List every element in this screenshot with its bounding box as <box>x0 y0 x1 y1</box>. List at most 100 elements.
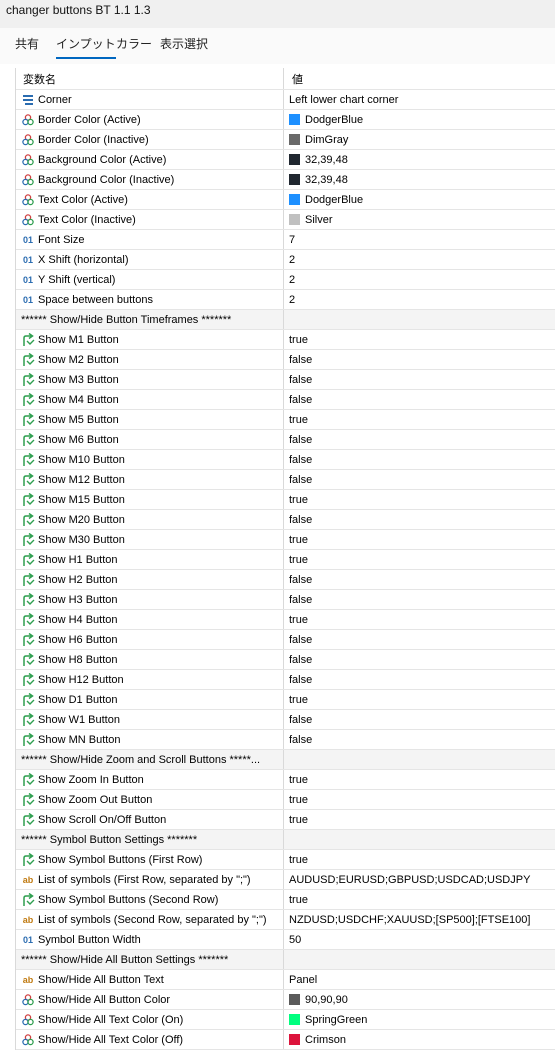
parameter-row[interactable]: Show Symbol Buttons (Second Row) true <box>16 890 555 910</box>
parameter-value-cell[interactable]: true <box>285 550 555 569</box>
parameter-value-cell[interactable]: false <box>285 430 555 449</box>
parameter-name-cell: Show D1 Button <box>16 690 284 709</box>
parameter-value-cell[interactable]: false <box>285 390 555 409</box>
parameter-value-cell[interactable]: 2 <box>285 270 555 289</box>
section-separator-row[interactable]: ****** Show/Hide All Button Settings ***… <box>16 950 555 970</box>
parameter-value-cell[interactable]: false <box>285 630 555 649</box>
section-separator-row[interactable]: ****** Symbol Button Settings ******* <box>16 830 555 850</box>
tab-inputs[interactable]: インプット <box>56 35 116 59</box>
parameter-row[interactable]: Show M1 Button true <box>16 330 555 350</box>
parameter-value-cell[interactable]: 90,90,90 <box>285 990 555 1009</box>
parameter-row[interactable]: 01 Symbol Button Width 50 <box>16 930 555 950</box>
parameter-value-cell[interactable]: true <box>285 530 555 549</box>
parameter-value-cell[interactable]: true <box>285 790 555 809</box>
parameter-row[interactable]: Show/Hide All Text Color (Off) Crimson <box>16 1030 555 1050</box>
parameter-row[interactable]: Show H2 Button false <box>16 570 555 590</box>
tab-colors[interactable]: カラー <box>116 35 152 57</box>
parameter-row[interactable]: 01 Space between buttons 2 <box>16 290 555 310</box>
parameter-row[interactable]: Show M12 Button false <box>16 470 555 490</box>
section-separator-row[interactable]: ****** Show/Hide Zoom and Scroll Buttons… <box>16 750 555 770</box>
parameter-value-cell[interactable]: AUDUSD;EURUSD;GBPUSD;USDCAD;USDJPY <box>285 870 555 889</box>
parameter-row[interactable]: Show Scroll On/Off Button true <box>16 810 555 830</box>
parameter-value-cell[interactable]: true <box>285 330 555 349</box>
parameter-row[interactable]: Show M4 Button false <box>16 390 555 410</box>
parameter-row[interactable]: Show D1 Button true <box>16 690 555 710</box>
parameter-row[interactable]: Show M5 Button true <box>16 410 555 430</box>
parameter-row[interactable]: ab Show/Hide All Button Text Panel <box>16 970 555 990</box>
parameter-value-cell[interactable]: 32,39,48 <box>285 150 555 169</box>
parameter-row[interactable]: Text Color (Inactive) Silver <box>16 210 555 230</box>
parameter-value-cell[interactable]: true <box>285 890 555 909</box>
parameter-value-cell[interactable]: true <box>285 490 555 509</box>
parameter-row[interactable]: Show Zoom In Button true <box>16 770 555 790</box>
parameter-row[interactable]: Show M2 Button false <box>16 350 555 370</box>
tab-common[interactable]: 共有 <box>15 35 39 57</box>
parameter-value-cell[interactable]: 2 <box>285 250 555 269</box>
parameter-row[interactable]: Text Color (Active) DodgerBlue <box>16 190 555 210</box>
parameter-row[interactable]: Show MN Button false <box>16 730 555 750</box>
parameter-row[interactable]: 01 Y Shift (vertical) 2 <box>16 270 555 290</box>
parameter-value-cell[interactable]: 7 <box>285 230 555 249</box>
parameter-value-cell[interactable]: false <box>285 670 555 689</box>
parameter-row[interactable]: Border Color (Active) DodgerBlue <box>16 110 555 130</box>
parameter-value-cell[interactable]: DodgerBlue <box>285 110 555 129</box>
parameter-value-cell[interactable]: false <box>285 730 555 749</box>
parameter-value-cell[interactable]: true <box>285 850 555 869</box>
parameter-row[interactable]: Background Color (Active) 32,39,48 <box>16 150 555 170</box>
parameter-row[interactable]: Show H3 Button false <box>16 590 555 610</box>
parameter-row[interactable]: Show M20 Button false <box>16 510 555 530</box>
parameter-value-cell[interactable]: Left lower chart corner <box>285 90 555 109</box>
column-header-variable[interactable]: 変数名 <box>16 68 284 89</box>
parameter-value-cell[interactable]: false <box>285 590 555 609</box>
parameter-value-cell[interactable]: false <box>285 350 555 369</box>
parameter-row[interactable]: Show M3 Button false <box>16 370 555 390</box>
parameter-value-cell[interactable]: false <box>285 710 555 729</box>
parameter-row[interactable]: Show Zoom Out Button true <box>16 790 555 810</box>
parameter-value-cell[interactable]: 32,39,48 <box>285 170 555 189</box>
parameter-value-cell[interactable]: true <box>285 410 555 429</box>
parameter-row[interactable]: Show H1 Button true <box>16 550 555 570</box>
parameter-row[interactable]: Show M15 Button true <box>16 490 555 510</box>
parameter-value-cell[interactable]: false <box>285 370 555 389</box>
parameter-row[interactable]: 01 Font Size 7 <box>16 230 555 250</box>
parameter-row[interactable]: Corner Left lower chart corner <box>16 90 555 110</box>
parameter-value-cell[interactable]: false <box>285 450 555 469</box>
parameter-value-cell[interactable]: false <box>285 570 555 589</box>
parameter-row[interactable]: Show/Hide All Text Color (On) SpringGreen <box>16 1010 555 1030</box>
parameter-value-cell[interactable]: SpringGreen <box>285 1010 555 1029</box>
parameter-value-cell[interactable]: NZDUSD;USDCHF;XAUUSD;[SP500];[FTSE100] <box>285 910 555 929</box>
parameter-row[interactable]: Show H12 Button false <box>16 670 555 690</box>
parameter-row[interactable]: Show H6 Button false <box>16 630 555 650</box>
parameter-value-cell[interactable]: DimGray <box>285 130 555 149</box>
parameter-row[interactable]: Show M6 Button false <box>16 430 555 450</box>
parameter-value-cell[interactable]: true <box>285 610 555 629</box>
tab-visualization[interactable]: 表示選択 <box>160 35 208 57</box>
parameter-value-cell[interactable]: 2 <box>285 290 555 309</box>
parameter-row[interactable]: 01 X Shift (horizontal) 2 <box>16 250 555 270</box>
parameter-value-cell[interactable]: false <box>285 650 555 669</box>
parameter-value-cell[interactable]: Crimson <box>285 1030 555 1049</box>
parameter-row[interactable]: Show W1 Button false <box>16 710 555 730</box>
parameter-row[interactable]: Show/Hide All Button Color 90,90,90 <box>16 990 555 1010</box>
parameter-value-cell[interactable]: Panel <box>285 970 555 989</box>
parameter-value-cell[interactable]: true <box>285 690 555 709</box>
parameter-value-cell[interactable]: false <box>285 470 555 489</box>
parameter-name: ****** Show/Hide Zoom and Scroll Buttons… <box>21 753 261 766</box>
parameter-row[interactable]: Background Color (Inactive) 32,39,48 <box>16 170 555 190</box>
parameter-value-cell[interactable]: DodgerBlue <box>285 190 555 209</box>
parameter-row[interactable]: Border Color (Inactive) DimGray <box>16 130 555 150</box>
parameter-value-cell[interactable]: true <box>285 810 555 829</box>
section-separator-row[interactable]: ****** Show/Hide Button Timeframes *****… <box>16 310 555 330</box>
parameter-row[interactable]: Show H8 Button false <box>16 650 555 670</box>
parameter-value-cell[interactable]: Silver <box>285 210 555 229</box>
parameter-value-cell[interactable]: true <box>285 770 555 789</box>
parameter-row[interactable]: ab List of symbols (First Row, separated … <box>16 870 555 890</box>
parameter-row[interactable]: Show Symbol Buttons (First Row) true <box>16 850 555 870</box>
parameter-row[interactable]: Show M10 Button false <box>16 450 555 470</box>
parameter-row[interactable]: Show M30 Button true <box>16 530 555 550</box>
parameter-value-cell[interactable]: false <box>285 510 555 529</box>
parameter-row[interactable]: ab List of symbols (Second Row, separated… <box>16 910 555 930</box>
parameter-value-cell[interactable]: 50 <box>285 930 555 949</box>
column-header-value[interactable]: 値 <box>285 68 555 89</box>
parameter-row[interactable]: Show H4 Button true <box>16 610 555 630</box>
